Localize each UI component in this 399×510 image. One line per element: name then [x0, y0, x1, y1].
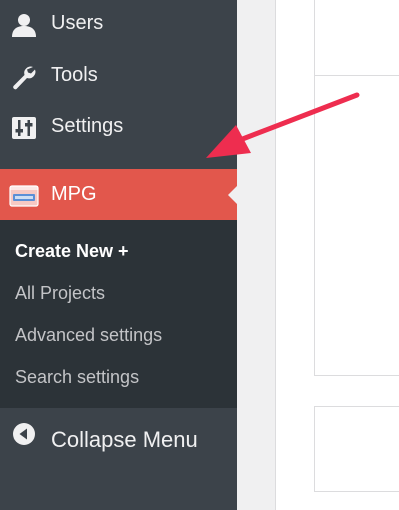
user-icon	[12, 14, 36, 37]
wrench-icon	[13, 66, 36, 90]
submenu-item-all-projects[interactable]: All Projects	[15, 283, 105, 304]
sidebar-item-users[interactable]: Users	[0, 0, 237, 50]
collapse-menu-label: Collapse Menu	[51, 427, 198, 452]
content-gutter	[237, 0, 275, 510]
content-panel	[314, 75, 399, 376]
mpg-submenu: Create New + All Projects Advanced setti…	[0, 220, 237, 408]
sliders-icon	[12, 117, 36, 139]
admin-sidebar: Users Tools Settings MPG Create New + Al…	[0, 0, 237, 510]
collapse-arrow-icon	[13, 423, 35, 445]
mpg-logo-icon	[9, 185, 39, 207]
content-panel	[314, 0, 399, 76]
active-pointer	[228, 186, 237, 204]
sidebar-item-settings[interactable]: Settings	[0, 103, 237, 153]
submenu-item-search-settings[interactable]: Search settings	[15, 367, 139, 388]
submenu-item-create-new[interactable]: Create New +	[15, 241, 129, 262]
collapse-menu-button[interactable]: Collapse Menu	[0, 414, 237, 464]
sidebar-item-label: MPG	[51, 183, 97, 205]
sidebar-item-label: Tools	[51, 64, 98, 86]
sidebar-item-tools[interactable]: Tools	[0, 52, 237, 102]
sidebar-item-label: Users	[51, 12, 104, 34]
sidebar-item-mpg[interactable]: MPG	[0, 169, 237, 220]
sidebar-item-label: Settings	[51, 115, 124, 137]
submenu-item-advanced-settings[interactable]: Advanced settings	[15, 325, 162, 346]
content-panel	[314, 406, 399, 492]
